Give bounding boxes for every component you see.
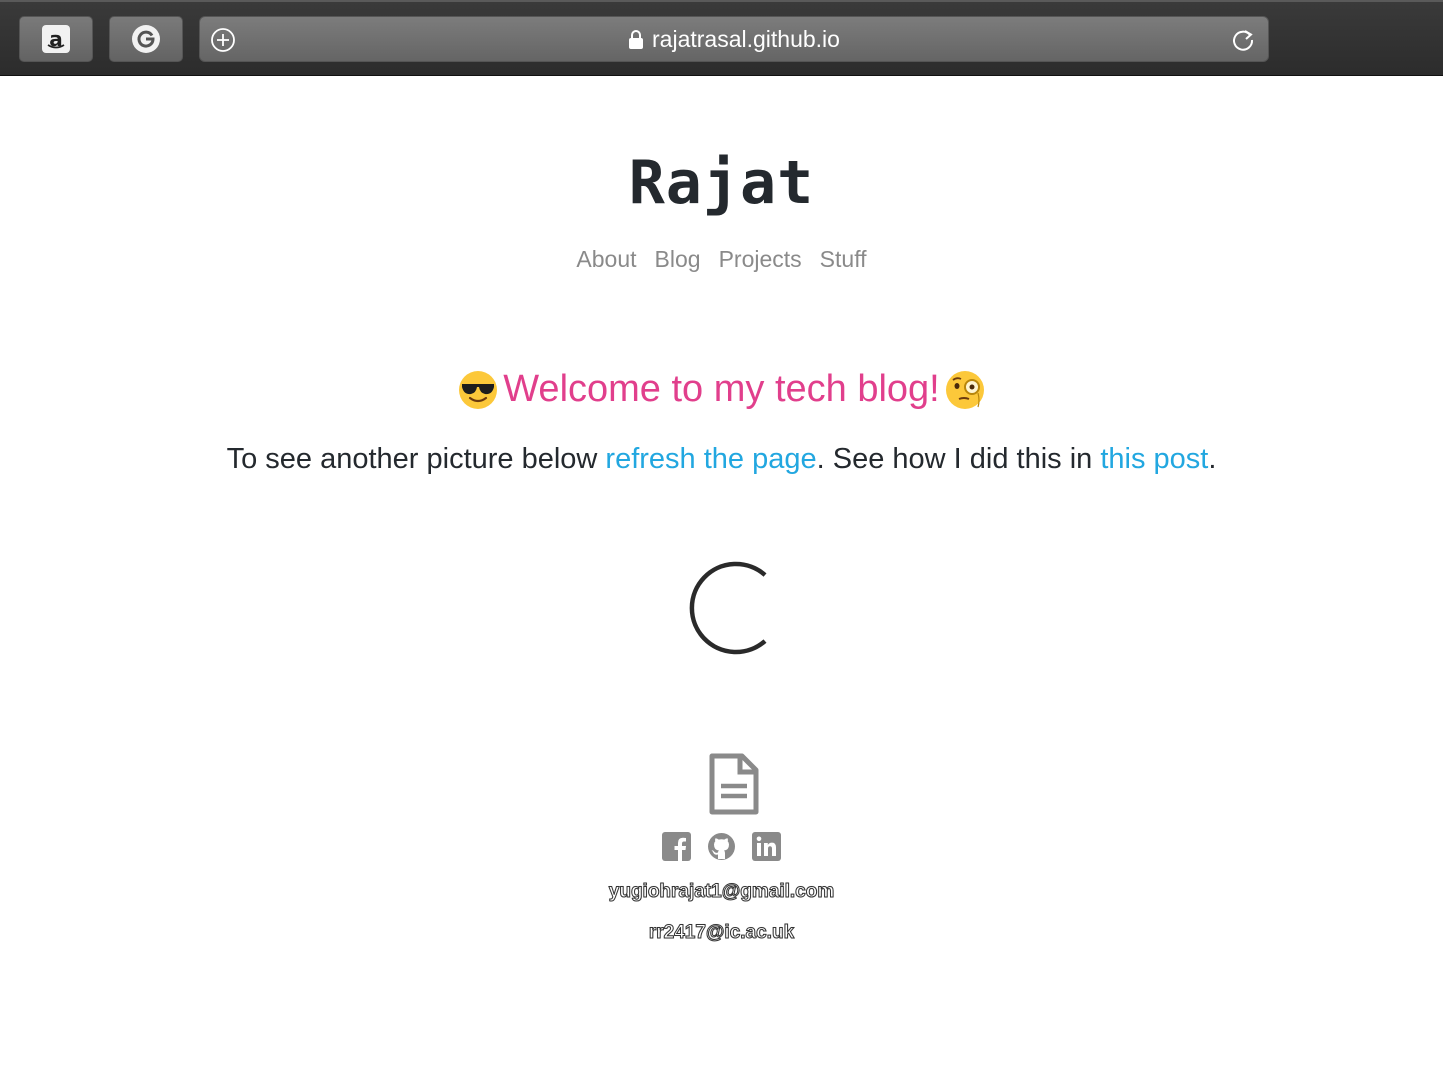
intro-text-3: . <box>1208 443 1217 475</box>
site-title[interactable]: Rajat <box>0 148 1443 218</box>
google-icon <box>132 25 160 53</box>
nav-projects[interactable]: Projects <box>719 246 802 273</box>
google-favorite-button[interactable] <box>109 16 183 62</box>
reload-icon[interactable] <box>1230 27 1256 53</box>
address-bar[interactable]: rajatrasal.github.io <box>199 16 1269 62</box>
github-icon[interactable] <box>707 832 736 861</box>
lock-icon <box>629 30 644 49</box>
email-address-imperial: rr2417@ic.ac.uk <box>648 922 795 944</box>
social-links <box>0 832 1443 861</box>
main-nav: About Blog Projects Stuff <box>0 246 1443 273</box>
welcome-text: Welcome to my tech blog! <box>503 368 940 410</box>
nav-about[interactable]: About <box>576 246 636 273</box>
welcome-heading: Welcome to my tech blog! <box>0 368 1443 411</box>
linkedin-icon[interactable] <box>752 832 781 861</box>
monocle-face-emoji-icon <box>945 370 984 409</box>
browser-toolbar: a rajatrasal.github.io <box>0 0 1443 76</box>
sunglasses-emoji-icon <box>459 370 498 409</box>
document-icon[interactable] <box>708 752 760 816</box>
facebook-icon[interactable] <box>662 832 691 861</box>
url-text: rajatrasal.github.io <box>652 25 840 52</box>
amazon-icon: a <box>42 25 70 53</box>
email-address-gmail: yugiohrajat1@gmail.com <box>608 881 835 903</box>
refresh-page-link[interactable]: refresh the page <box>605 443 816 475</box>
intro-paragraph: To see another picture below refresh the… <box>0 443 1443 476</box>
nav-blog[interactable]: Blog <box>655 246 701 273</box>
nav-stuff[interactable]: Stuff <box>820 246 867 273</box>
loading-spinner-icon <box>689 561 767 655</box>
amazon-favorite-button[interactable]: a <box>19 16 93 62</box>
url-display[interactable]: rajatrasal.github.io <box>200 17 1268 61</box>
intro-text-1: To see another picture below <box>226 443 606 475</box>
intro-text-2: . See how I did this in <box>816 443 1101 475</box>
this-post-link[interactable]: this post <box>1100 443 1208 475</box>
